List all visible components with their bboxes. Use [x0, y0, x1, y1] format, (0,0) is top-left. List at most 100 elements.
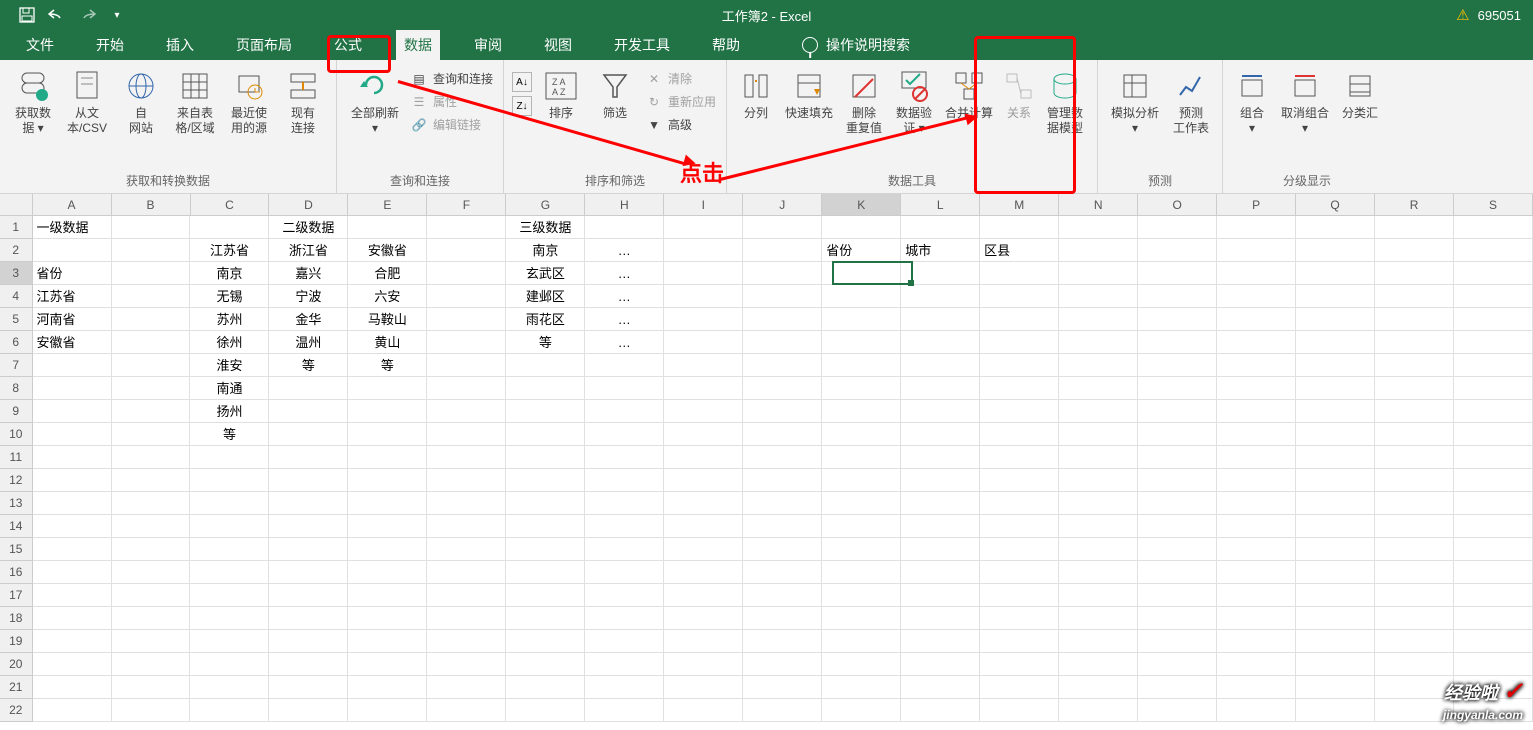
cell-E15[interactable] — [348, 538, 427, 561]
row-header-4[interactable]: 4 — [0, 285, 33, 308]
cell-F4[interactable] — [427, 285, 506, 308]
cell-B18[interactable] — [112, 607, 191, 630]
cell-L13[interactable] — [901, 492, 980, 515]
cell-E19[interactable] — [348, 630, 427, 653]
cell-A21[interactable] — [33, 676, 112, 699]
cell-A2[interactable] — [33, 239, 112, 262]
cell-P2[interactable] — [1217, 239, 1296, 262]
cell-E20[interactable] — [348, 653, 427, 676]
cell-B3[interactable] — [112, 262, 191, 285]
cell-E22[interactable] — [348, 699, 427, 722]
cell-I19[interactable] — [664, 630, 743, 653]
cell-N2[interactable] — [1059, 239, 1138, 262]
cell-F3[interactable] — [427, 262, 506, 285]
cell-S20[interactable] — [1454, 653, 1533, 676]
cell-L6[interactable] — [901, 331, 980, 354]
cell-H16[interactable] — [585, 561, 664, 584]
cell-A11[interactable] — [33, 446, 112, 469]
cell-C13[interactable] — [190, 492, 269, 515]
cell-S8[interactable] — [1454, 377, 1533, 400]
cell-F6[interactable] — [427, 331, 506, 354]
cell-F21[interactable] — [427, 676, 506, 699]
cell-S5[interactable] — [1454, 308, 1533, 331]
row-header-1[interactable]: 1 — [0, 216, 33, 239]
cell-S4[interactable] — [1454, 285, 1533, 308]
row-header-19[interactable]: 19 — [0, 630, 33, 653]
cell-K5[interactable] — [822, 308, 901, 331]
cell-S15[interactable] — [1454, 538, 1533, 561]
row-header-10[interactable]: 10 — [0, 423, 33, 446]
from-table-button[interactable]: 来自表 格/区域 — [168, 64, 222, 136]
cell-F14[interactable] — [427, 515, 506, 538]
cell-J22[interactable] — [743, 699, 822, 722]
row-header-21[interactable]: 21 — [0, 676, 33, 699]
cell-Q11[interactable] — [1296, 446, 1375, 469]
row-header-20[interactable]: 20 — [0, 653, 33, 676]
cell-H20[interactable] — [585, 653, 664, 676]
cell-C15[interactable] — [190, 538, 269, 561]
cell-J8[interactable] — [743, 377, 822, 400]
cell-G10[interactable] — [506, 423, 585, 446]
col-header-N[interactable]: N — [1059, 194, 1138, 216]
cell-G9[interactable] — [506, 400, 585, 423]
cell-O10[interactable] — [1138, 423, 1217, 446]
cell-M18[interactable] — [980, 607, 1059, 630]
cell-A4[interactable]: 江苏省 — [33, 285, 112, 308]
cell-L19[interactable] — [901, 630, 980, 653]
cell-C3[interactable]: 南京 — [190, 262, 269, 285]
cell-I10[interactable] — [664, 423, 743, 446]
cell-Q1[interactable] — [1296, 216, 1375, 239]
cell-R8[interactable] — [1375, 377, 1454, 400]
cell-L5[interactable] — [901, 308, 980, 331]
cell-O2[interactable] — [1138, 239, 1217, 262]
cell-C19[interactable] — [190, 630, 269, 653]
cell-D6[interactable]: 温州 — [269, 331, 348, 354]
cell-C4[interactable]: 无锡 — [190, 285, 269, 308]
cell-S18[interactable] — [1454, 607, 1533, 630]
existing-conn-button[interactable]: 现有 连接 — [276, 64, 330, 136]
cell-Q16[interactable] — [1296, 561, 1375, 584]
cell-J3[interactable] — [743, 262, 822, 285]
cell-A15[interactable] — [33, 538, 112, 561]
cell-D1[interactable]: 二级数据 — [269, 216, 348, 239]
cell-N16[interactable] — [1059, 561, 1138, 584]
cell-J17[interactable] — [743, 584, 822, 607]
col-header-G[interactable]: G — [506, 194, 585, 216]
cell-M9[interactable] — [980, 400, 1059, 423]
cell-L1[interactable] — [901, 216, 980, 239]
row-header-16[interactable]: 16 — [0, 561, 33, 584]
cell-O8[interactable] — [1138, 377, 1217, 400]
row-header-22[interactable]: 22 — [0, 699, 33, 722]
cell-Q18[interactable] — [1296, 607, 1375, 630]
cell-P21[interactable] — [1217, 676, 1296, 699]
save-icon[interactable] — [18, 6, 36, 24]
cell-K20[interactable] — [822, 653, 901, 676]
col-header-E[interactable]: E — [348, 194, 427, 216]
cell-L10[interactable] — [901, 423, 980, 446]
cell-D21[interactable] — [269, 676, 348, 699]
cell-R3[interactable] — [1375, 262, 1454, 285]
cell-B4[interactable] — [112, 285, 191, 308]
cell-B8[interactable] — [112, 377, 191, 400]
cell-F11[interactable] — [427, 446, 506, 469]
cell-D11[interactable] — [269, 446, 348, 469]
remove-duplicates-button[interactable]: 删除 重复值 — [839, 64, 889, 136]
cell-O21[interactable] — [1138, 676, 1217, 699]
row-header-14[interactable]: 14 — [0, 515, 33, 538]
cell-P7[interactable] — [1217, 354, 1296, 377]
cell-L20[interactable] — [901, 653, 980, 676]
cell-B21[interactable] — [112, 676, 191, 699]
row-header-18[interactable]: 18 — [0, 607, 33, 630]
col-header-A[interactable]: A — [33, 194, 112, 216]
cell-N3[interactable] — [1059, 262, 1138, 285]
cell-H21[interactable] — [585, 676, 664, 699]
cell-K14[interactable] — [822, 515, 901, 538]
cell-F9[interactable] — [427, 400, 506, 423]
cell-I9[interactable] — [664, 400, 743, 423]
cell-A18[interactable] — [33, 607, 112, 630]
cell-O13[interactable] — [1138, 492, 1217, 515]
cell-O12[interactable] — [1138, 469, 1217, 492]
cell-K8[interactable] — [822, 377, 901, 400]
cell-R17[interactable] — [1375, 584, 1454, 607]
cell-M19[interactable] — [980, 630, 1059, 653]
